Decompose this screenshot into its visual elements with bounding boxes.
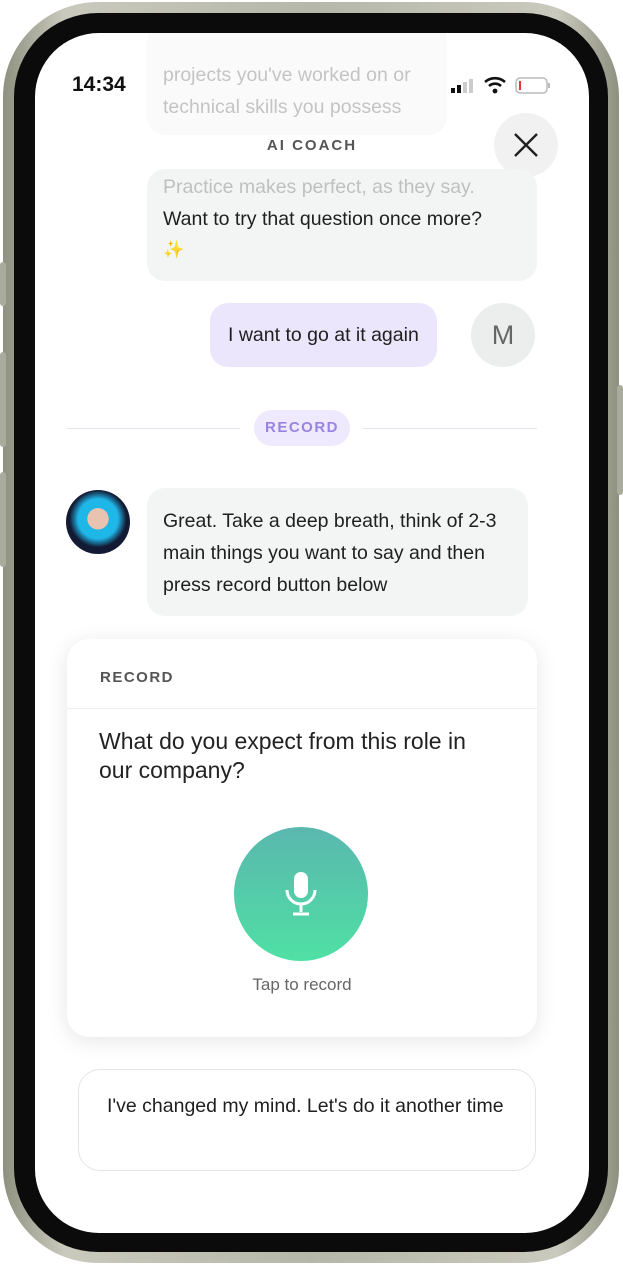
interview-question: What do you expect from this role in our…: [99, 728, 466, 783]
wifi-icon: [484, 76, 506, 99]
microphone-icon: [285, 872, 317, 916]
power-button: [617, 385, 623, 495]
card-divider: [67, 708, 537, 709]
message-text: projects you've worked on or technical s…: [163, 64, 411, 118]
alt-reply-option[interactable]: I've changed my mind. Let's do it anothe…: [78, 1069, 536, 1171]
record-card: RECORD What do you expect from this role…: [67, 639, 537, 1037]
message-faded-text: Practice makes perfect, as they say.: [163, 176, 475, 198]
record-card-header: RECORD: [100, 669, 175, 686]
mute-switch: [0, 262, 6, 306]
message-text: Want to try that question once more?: [163, 208, 483, 230]
coach-avatar: [66, 490, 130, 554]
record-button[interactable]: [234, 827, 368, 961]
volume-down-button: [0, 472, 6, 567]
signal-icon: [451, 78, 477, 99]
divider-line: [67, 428, 240, 429]
message-text: Great. Take a deep breath, think of 2-3 …: [163, 510, 497, 596]
record-divider-label: RECORD: [254, 410, 350, 446]
user-avatar: M: [471, 303, 535, 367]
faded-coach-message: projects you've worked on or technical s…: [147, 33, 447, 135]
coach-message: Practice makes perfect, as they say. Wan…: [147, 169, 537, 281]
close-icon: [514, 133, 538, 157]
status-time: 14:34: [72, 73, 126, 96]
coach-message: Great. Take a deep breath, think of 2-3 …: [147, 488, 528, 616]
volume-up-button: [0, 352, 6, 447]
tap-to-record-label: Tap to record: [252, 975, 352, 994]
user-message: I want to go at it again: [210, 303, 437, 367]
close-button[interactable]: [494, 113, 558, 177]
sparkles-icon: ✨: [163, 240, 185, 259]
screen: projects you've worked on or technical s…: [35, 33, 589, 1233]
battery-icon: [515, 77, 551, 99]
divider-line: [363, 428, 537, 429]
